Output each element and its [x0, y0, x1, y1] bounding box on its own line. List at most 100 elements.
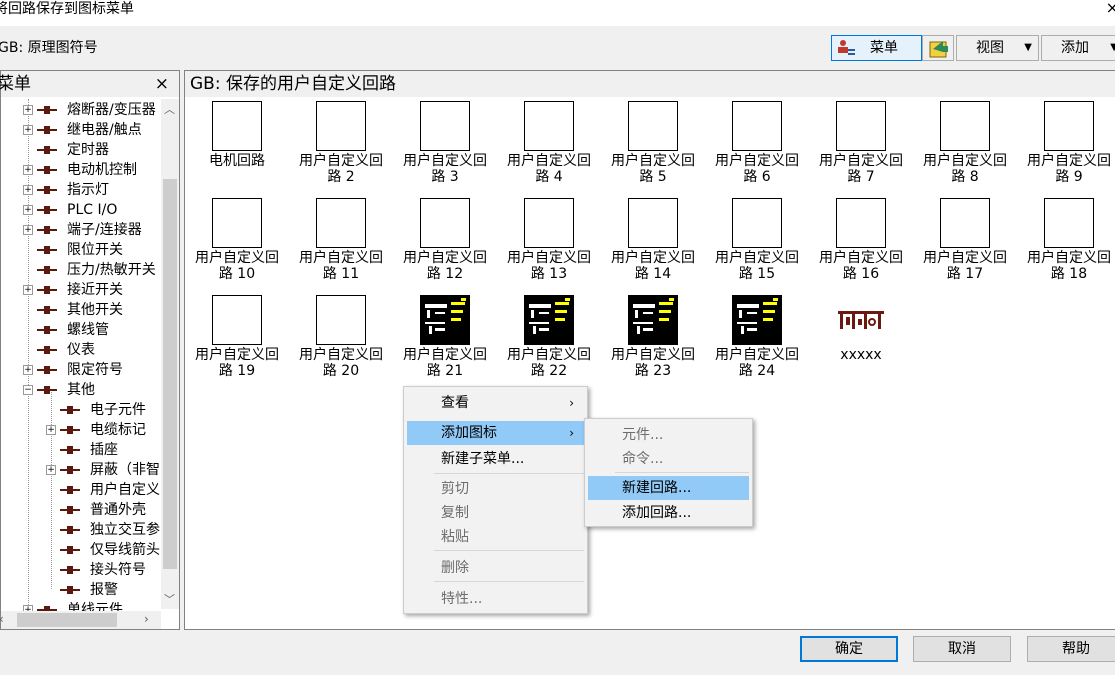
expand-icon[interactable]: +	[46, 425, 56, 435]
ok-button[interactable]: 确定	[800, 636, 898, 662]
view-dropdown[interactable]: 视图 ▼	[956, 35, 1039, 61]
circuit-icon-tile[interactable]: 用户自定义回路 3	[393, 101, 497, 197]
context-menu-item[interactable]: 特性...	[407, 587, 584, 611]
submenu-item[interactable]: 命令...	[588, 447, 749, 471]
context-menu-item[interactable]: 复制	[407, 501, 584, 525]
blank-circuit-icon	[524, 198, 574, 248]
circuit-icon-tile[interactable]: 电机回路	[185, 101, 289, 197]
tree-symbol-icon	[37, 106, 57, 114]
circuit-icon-tile[interactable]: 用户自定义回路 21	[393, 295, 497, 391]
circuit-icon-tile[interactable]: 用户自定义回路 19	[185, 295, 289, 391]
scroll-thumb[interactable]	[163, 179, 177, 569]
add-dropdown[interactable]: 添加 ▼	[1041, 35, 1115, 61]
circuit-icon-tile[interactable]: 用户自定义回路 2	[289, 101, 393, 197]
caption-line-1: xxxxx	[840, 347, 882, 363]
circuit-icon-tile[interactable]: 用户自定义回路 10	[185, 198, 289, 294]
blank-circuit-icon	[940, 101, 990, 151]
window-close-button[interactable]: ×	[1106, 0, 1115, 17]
expand-icon[interactable]: +	[23, 285, 33, 295]
scroll-up-icon[interactable]: ︿	[164, 101, 175, 117]
expand-icon[interactable]: +	[23, 105, 33, 115]
title-bar: 将回路保存到图标菜单 ×	[0, 0, 1115, 26]
menu-button[interactable]: 菜单	[831, 35, 922, 61]
expand-icon[interactable]: +	[23, 365, 33, 375]
help-button[interactable]: 帮助	[1027, 636, 1115, 662]
cancel-button[interactable]: 取消	[913, 636, 1011, 662]
caption-line-1: 用户自定义回	[403, 347, 487, 363]
submenu-item[interactable]: 新建回路...	[588, 476, 749, 500]
circuit-icon-tile[interactable]: 用户自定义回路 24	[705, 295, 809, 391]
circuit-icon-tile[interactable]: 用户自定义回路 15	[705, 198, 809, 294]
circuit-icon-tile[interactable]: 用户自定义回路 6	[705, 101, 809, 197]
circuit-icon-tile[interactable]: 用户自定义回路 18	[1017, 198, 1115, 294]
caption-line-1: 用户自定义回	[819, 153, 903, 169]
circuit-icon-tile[interactable]: 用户自定义回路 7	[809, 101, 913, 197]
caption-line-1: 用户自定义回	[715, 153, 799, 169]
expand-icon[interactable]: +	[23, 165, 33, 175]
caption-line-1: 电机回路	[209, 153, 265, 169]
tree-item-label: 限定符号	[67, 362, 123, 378]
circuit-icon-tile[interactable]: 用户自定义回路 9	[1017, 101, 1115, 197]
tree-item-label: 普通外壳	[90, 502, 146, 518]
caption-line-2: 路 5	[639, 169, 667, 185]
tree-symbol-icon	[37, 166, 57, 174]
caption-line-1: 用户自定义回	[299, 153, 383, 169]
tree-symbol-icon	[60, 486, 80, 494]
submenu-item[interactable]: 添加回路...	[588, 501, 749, 525]
circuit-icon-caption: 用户自定义回路 18	[1017, 250, 1115, 282]
horizontal-scrollbar[interactable]: ‹ ›	[0, 611, 161, 629]
tree-item-label: 单线元件	[67, 602, 123, 611]
circuit-icon-tile[interactable]: 用户自定义回路 13	[497, 198, 601, 294]
close-icon[interactable]: ×	[155, 71, 169, 97]
submenu-item-label: 添加回路...	[622, 505, 692, 521]
circuit-icon-tile[interactable]: 用户自定义回路 4	[497, 101, 601, 197]
menu-tree-title: 菜单	[0, 74, 31, 94]
tree-item-label: 电缆标记	[90, 422, 146, 438]
context-menu-item[interactable]: 删除	[407, 556, 584, 580]
context-menu-item[interactable]: 剪切	[407, 477, 584, 501]
circuit-icon-tile[interactable]: 用户自定义回路 14	[601, 198, 705, 294]
blank-circuit-icon	[316, 295, 366, 345]
scroll-right-icon[interactable]: ›	[144, 612, 149, 626]
expand-icon[interactable]: +	[46, 465, 56, 475]
circuit-icon-tile[interactable]: 用户自定义回路 20	[289, 295, 393, 391]
circuit-icon-tile[interactable]: 用户自定义回路 22	[497, 295, 601, 391]
back-arrow-button[interactable]	[922, 35, 954, 61]
tree-symbol-icon	[37, 346, 57, 354]
context-menu-item[interactable]: 查看 ›	[407, 391, 584, 415]
context-menu-item[interactable]: 粘贴	[407, 525, 584, 549]
circuit-icon-tile[interactable]: 用户自定义回路 17	[913, 198, 1017, 294]
expand-icon[interactable]: +	[23, 125, 33, 135]
context-menu-item-label: 复制	[441, 505, 469, 521]
collapse-icon[interactable]: −	[23, 385, 33, 395]
submenu-item[interactable]: 元件...	[588, 423, 749, 447]
caption-line-2: 路 7	[847, 169, 875, 185]
scroll-down-icon[interactable]: ﹀	[164, 591, 175, 607]
context-menu-item[interactable]: 新建子菜单...	[407, 447, 584, 471]
tree-item-label: 定时器	[67, 142, 109, 158]
circuit-icon-tile[interactable]: 用户自定义回路 16	[809, 198, 913, 294]
scroll-left-icon[interactable]: ‹	[0, 612, 4, 626]
tree-item-label: 电子元件	[90, 402, 146, 418]
scroll-thumb[interactable]	[17, 613, 117, 627]
tree-item-label: 屏蔽（非智	[90, 462, 160, 478]
vertical-scrollbar[interactable]: ︿ ﹀	[161, 99, 179, 609]
circuit-icon-tile[interactable]: 用户自定义回路 8	[913, 101, 1017, 197]
circuit-icon-caption: 用户自定义回路 10	[185, 250, 289, 282]
expand-icon[interactable]: +	[23, 185, 33, 195]
tree-item-label: 熔断器/变压器	[67, 102, 156, 118]
expand-icon[interactable]: +	[23, 225, 33, 235]
circuit-icon-tile[interactable]: 用户自定义回路 5	[601, 101, 705, 197]
blank-circuit-icon	[1044, 101, 1094, 151]
caption-line-1: 用户自定义回	[1027, 250, 1111, 266]
caption-line-2: 路 14	[634, 266, 672, 282]
expand-icon[interactable]: +	[23, 205, 33, 215]
circuit-icon-tile[interactable]: 用户自定义回路 11	[289, 198, 393, 294]
circuit-icon-tile[interactable]: xxxxx	[809, 295, 913, 391]
caption-line-2: 路 22	[530, 363, 568, 379]
circuit-icon-tile[interactable]: 用户自定义回路 23	[601, 295, 705, 391]
caption-line-1: 用户自定义回	[611, 347, 695, 363]
context-menu-item[interactable]: 添加图标 ›	[407, 421, 584, 445]
tree-item-label: 独立交互参	[90, 522, 160, 538]
circuit-icon-tile[interactable]: 用户自定义回路 12	[393, 198, 497, 294]
